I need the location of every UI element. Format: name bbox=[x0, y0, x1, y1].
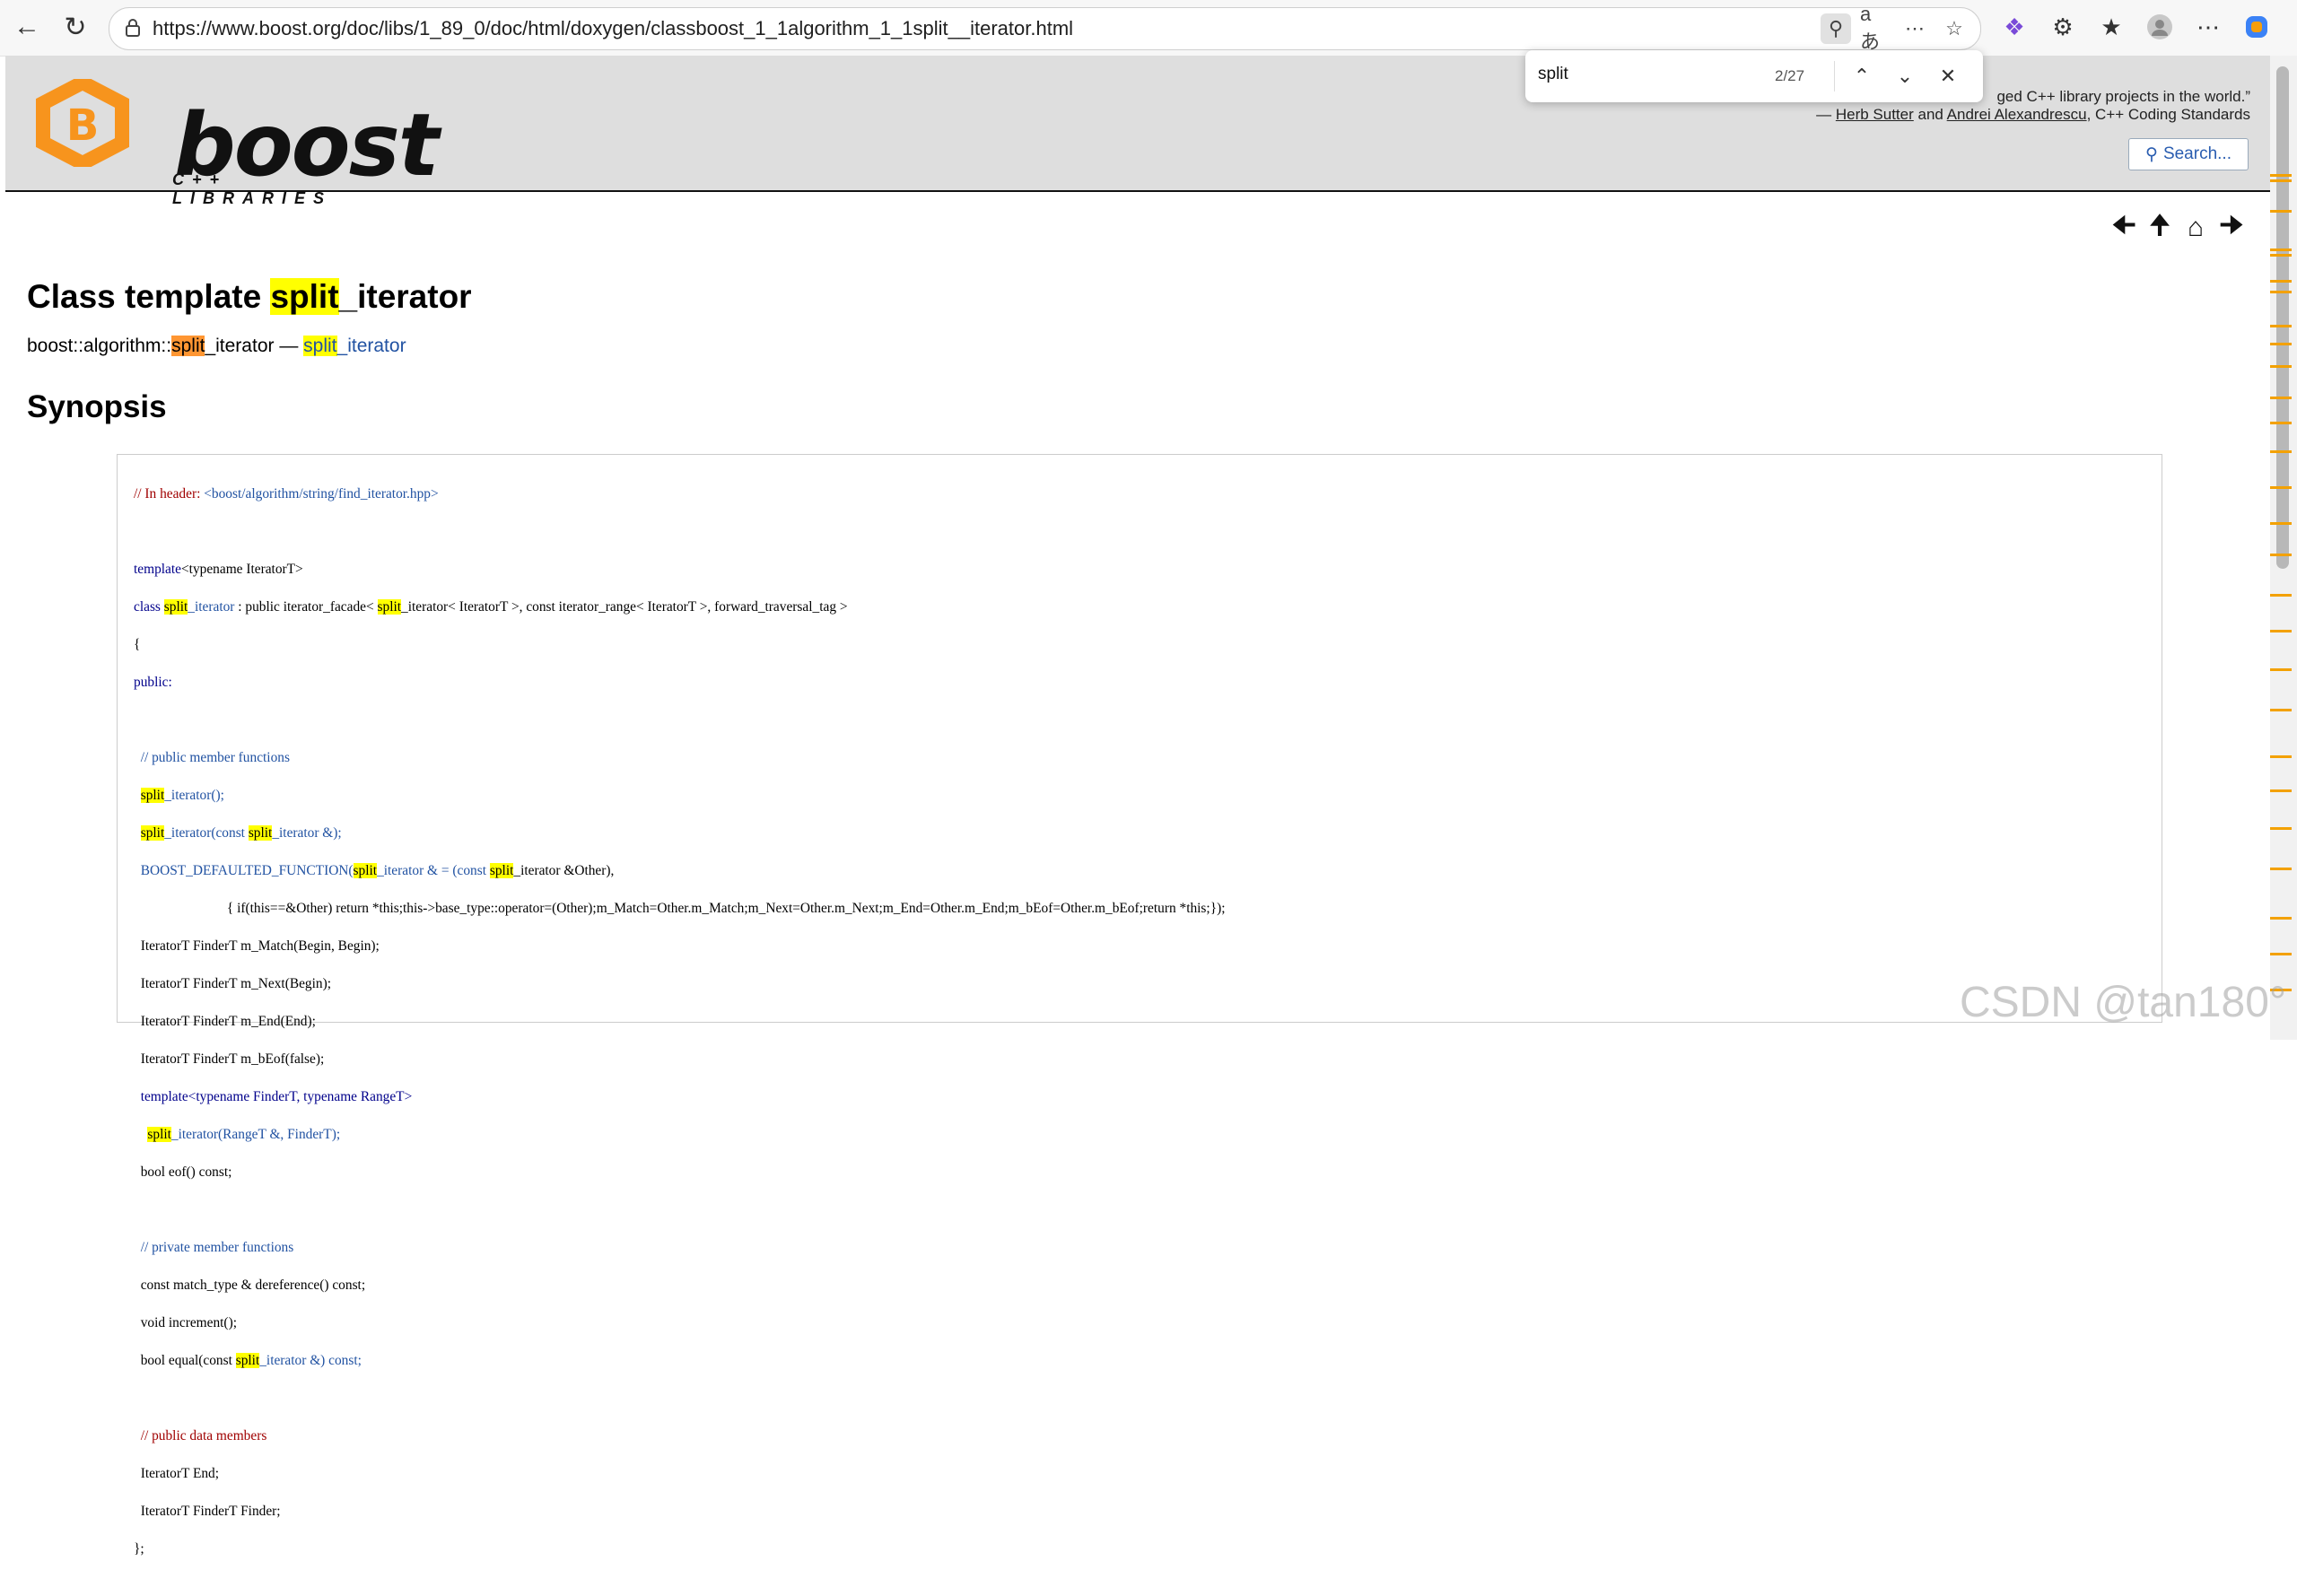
refresh-icon[interactable]: ↻ bbox=[59, 11, 92, 43]
find-previous-icon[interactable]: ⌃ bbox=[1847, 61, 1877, 92]
next-arrow-icon[interactable]: 🠊 bbox=[2216, 211, 2247, 243]
quote-and: and bbox=[1913, 106, 1947, 123]
find-marker bbox=[2270, 827, 2292, 830]
find-marker bbox=[2270, 249, 2292, 251]
header-include-link[interactable]: <boost/algorithm/string/find_iterator.hp… bbox=[204, 486, 438, 501]
find-bar: split 2/27 ⌃ ⌄ ✕ bbox=[1525, 50, 1983, 102]
find-marker bbox=[2270, 668, 2292, 671]
page-title: Class template split_iterator bbox=[27, 278, 472, 315]
page-content: B boost C++ LIBRARIES ged C++ library pr… bbox=[5, 56, 2270, 1557]
url-text[interactable]: https://www.boost.org/doc/libs/1_89_0/do… bbox=[153, 17, 1073, 40]
find-marker bbox=[2270, 254, 2292, 257]
boost-logo[interactable]: B boost C++ LIBRARIES bbox=[36, 74, 440, 207]
up-arrow-icon[interactable]: 🠉 bbox=[2144, 211, 2175, 243]
address-bar[interactable]: https://www.boost.org/doc/libs/1_89_0/do… bbox=[109, 3, 1981, 53]
search-icon: ⚲ bbox=[2145, 144, 2158, 164]
browser-toolbar: ← ↻ https://www.boost.org/doc/libs/1_89_… bbox=[0, 0, 2297, 57]
favorite-star-icon[interactable]: ☆ bbox=[1939, 13, 1969, 44]
quote-author-sutter[interactable]: Herb Sutter bbox=[1836, 106, 1914, 123]
find-marker bbox=[2270, 594, 2292, 597]
find-marker bbox=[2270, 554, 2292, 556]
find-marker bbox=[2270, 450, 2292, 453]
lock-icon[interactable] bbox=[122, 17, 144, 39]
more-tools-icon[interactable]: ⋯ bbox=[1900, 13, 1930, 44]
code-listing: // In header: <boost/algorithm/string/fi… bbox=[134, 486, 1226, 1557]
page-scrollbar[interactable] bbox=[2270, 56, 2297, 1040]
find-marker bbox=[2270, 868, 2292, 870]
home-icon[interactable]: ⌂ bbox=[2180, 213, 2211, 243]
back-icon[interactable]: ← bbox=[11, 11, 43, 43]
find-close-icon[interactable]: ✕ bbox=[1933, 61, 1963, 92]
find-marker bbox=[2270, 953, 2292, 955]
quote-dash: — bbox=[1816, 106, 1836, 123]
translate-icon[interactable]: aあ bbox=[1860, 3, 1891, 53]
find-marker bbox=[2270, 179, 2292, 182]
find-match-count: 2/27 bbox=[1775, 67, 1805, 84]
find-marker bbox=[2270, 365, 2292, 368]
prev-arrow-icon[interactable]: 🠈 bbox=[2109, 211, 2139, 243]
find-marker bbox=[2270, 789, 2292, 792]
svg-text:B: B bbox=[66, 100, 100, 151]
split-iterator-link[interactable]: split_iterator bbox=[303, 336, 406, 356]
ai-brain-icon[interactable]: ❖ bbox=[1996, 9, 2032, 45]
find-on-page-icon[interactable]: ⚲ bbox=[1821, 13, 1851, 44]
search-highlight: split bbox=[270, 278, 339, 315]
find-marker bbox=[2270, 422, 2292, 424]
find-marker bbox=[2270, 291, 2292, 293]
page-subtitle: boost::algorithm::split_iterator — split… bbox=[27, 336, 406, 356]
scrollbar-thumb[interactable] bbox=[2276, 66, 2289, 569]
favorites-list-icon[interactable]: ★ bbox=[2093, 9, 2129, 45]
find-marker bbox=[2270, 630, 2292, 632]
find-marker bbox=[2270, 174, 2292, 177]
logo-subtitle: C++ LIBRARIES bbox=[172, 170, 333, 207]
find-marker bbox=[2270, 486, 2292, 489]
quote-author-alexandrescu[interactable]: Andrei Alexandrescu bbox=[1947, 106, 2087, 123]
search-highlight-current: split bbox=[171, 336, 205, 356]
find-marker bbox=[2270, 210, 2292, 213]
copilot-icon[interactable] bbox=[2239, 9, 2275, 45]
find-divider bbox=[1834, 61, 1835, 92]
find-input[interactable]: split bbox=[1538, 65, 1568, 84]
search-label: Search... bbox=[2162, 144, 2231, 163]
search-button[interactable]: ⚲ Search... bbox=[2128, 138, 2249, 170]
find-next-icon[interactable]: ⌄ bbox=[1890, 61, 1920, 92]
find-marker bbox=[2270, 755, 2292, 758]
find-marker bbox=[2270, 280, 2292, 283]
more-icon[interactable]: ⋯ bbox=[2190, 9, 2226, 45]
extensions-icon[interactable]: ⚙ bbox=[2045, 9, 2081, 45]
synopsis-code-block: // In header: <boost/algorithm/string/fi… bbox=[117, 454, 2162, 1557]
find-marker bbox=[2270, 522, 2292, 525]
synopsis-heading: Synopsis bbox=[27, 389, 167, 424]
find-marker bbox=[2270, 325, 2292, 327]
find-marker bbox=[2270, 917, 2292, 920]
find-marker bbox=[2270, 397, 2292, 399]
find-marker bbox=[2270, 343, 2292, 345]
quote-book: , C++ Coding Standards bbox=[2086, 106, 2250, 123]
profile-icon[interactable] bbox=[2142, 9, 2178, 45]
doc-navigation: 🠈 🠉 ⌂ 🠊 bbox=[2109, 211, 2247, 243]
watermark: CSDN @tan180° bbox=[1960, 979, 2287, 1026]
find-marker bbox=[2270, 709, 2292, 711]
boost-logo-icon: B bbox=[36, 74, 129, 172]
